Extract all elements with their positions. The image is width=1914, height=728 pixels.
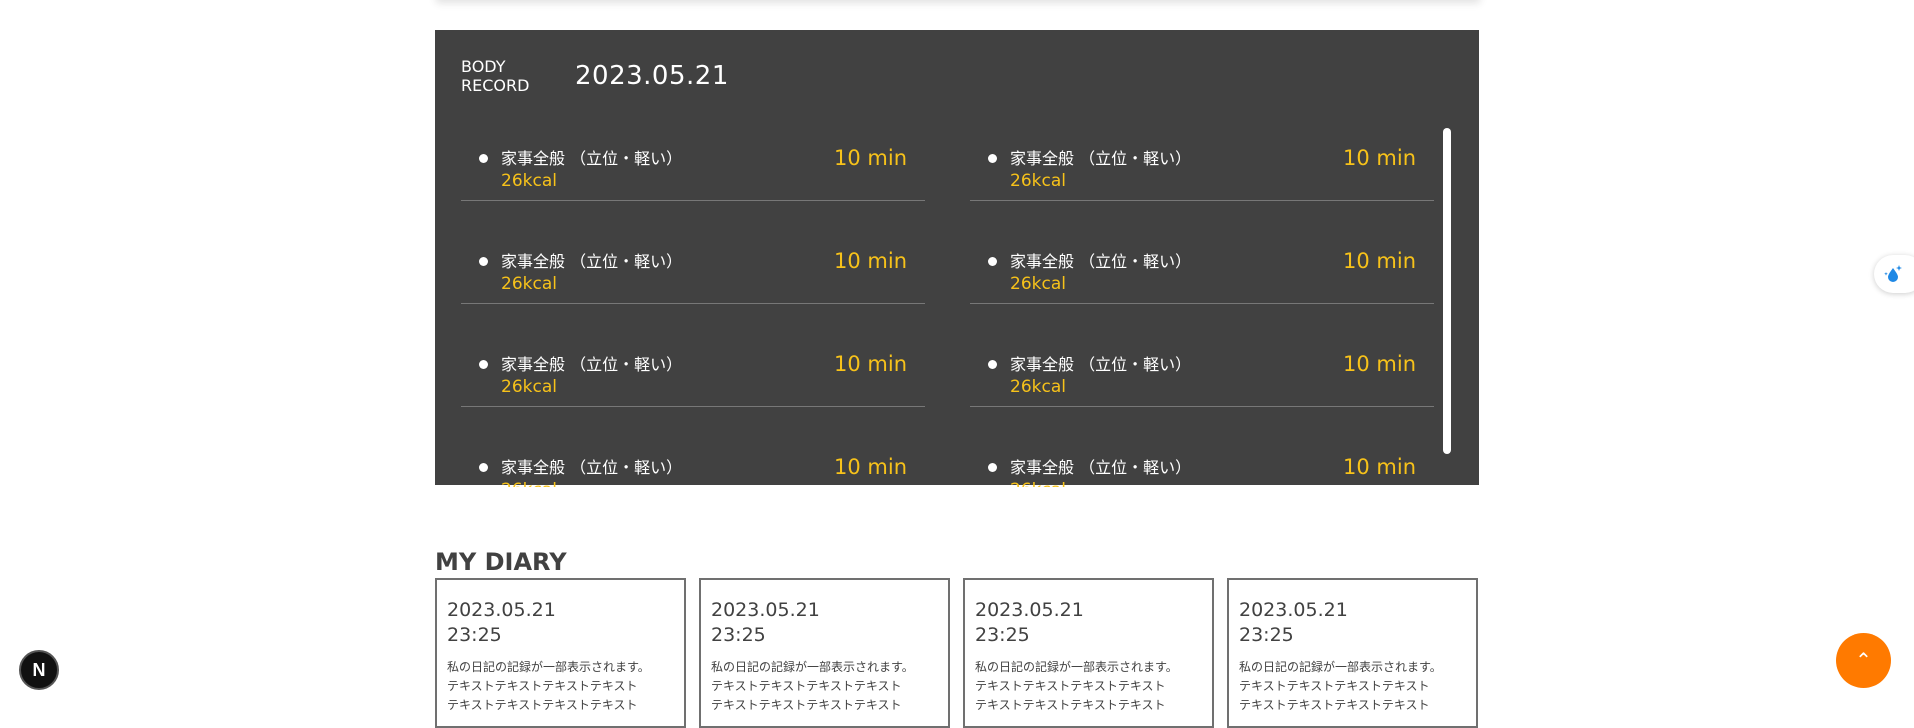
diary-text-line: テキストテキストテキストテキスト <box>1239 698 1430 712</box>
exercise-name: 家事全般 （立位・軽い） <box>1010 458 1192 477</box>
panel-date: 2023.05.21 <box>575 61 729 91</box>
list-scrollbar[interactable] <box>1443 98 1451 454</box>
exercise-kcal: 26kcal <box>1010 480 1066 487</box>
bullet-icon <box>988 154 997 163</box>
exercise-name: 家事全般 （立位・軽い） <box>501 458 683 477</box>
diary-time: 23:25 <box>1239 624 1294 646</box>
diary-text-line: テキストテキストテキストテキスト <box>711 679 902 693</box>
exercise-item: 家事全般 （立位・軽い） 26kcal 10 min <box>461 304 925 407</box>
exercise-kcal: 26kcal <box>501 377 557 397</box>
exercise-item: 家事全般 （立位・軽い） 26kcal 10 min <box>970 407 1434 487</box>
diary-text-line: テキストテキストテキストテキスト <box>447 679 638 693</box>
diary-time: 23:25 <box>711 624 766 646</box>
diary-text: 私の日記の記録が一部表示されます。 テキストテキストテキストテキスト テキストテ… <box>447 658 674 715</box>
diary-text-line: 私の日記の記録が一部表示されます。 <box>447 660 650 674</box>
diary-text-line: テキストテキストテキストテキスト <box>975 679 1166 693</box>
side-widget-button[interactable] <box>1874 255 1914 293</box>
exercise-item: 家事全般 （立位・軽い） 26kcal 10 min <box>461 98 925 201</box>
diary-text-line: テキストテキストテキストテキスト <box>711 698 902 712</box>
exercise-kcal: 26kcal <box>1010 274 1066 294</box>
diary-text-line: テキストテキストテキストテキスト <box>975 698 1166 712</box>
diary-card[interactable]: 2023.05.21 23:25 私の日記の記録が一部表示されます。 テキストテ… <box>1227 578 1478 728</box>
bullet-icon <box>479 463 488 472</box>
diary-text-line: 私の日記の記録が一部表示されます。 <box>975 660 1178 674</box>
diary-section-title: MY DIARY <box>435 548 567 576</box>
diary-grid: 2023.05.21 23:25 私の日記の記録が一部表示されます。 テキストテ… <box>435 578 1478 728</box>
chevron-up-icon: ⌃ <box>1855 650 1872 672</box>
bullet-icon <box>479 154 488 163</box>
scroll-top-button[interactable]: ⌃ <box>1836 633 1891 688</box>
panel-header: BODY RECORD 2023.05.21 <box>461 57 729 95</box>
nextjs-icon[interactable]: N <box>19 650 59 690</box>
exercise-item: 家事全般 （立位・軽い） 26kcal 10 min <box>461 407 925 487</box>
diary-text-line: テキストテキストテキストテキスト <box>447 698 638 712</box>
exercise-kcal: 26kcal <box>501 171 557 191</box>
exercise-duration: 10 min <box>834 249 907 273</box>
exercise-duration: 10 min <box>1343 352 1416 376</box>
diary-card[interactable]: 2023.05.21 23:25 私の日記の記録が一部表示されます。 テキストテ… <box>963 578 1214 728</box>
panel-label-line2: RECORD <box>461 76 530 95</box>
exercise-list[interactable]: 家事全般 （立位・軽い） 26kcal 10 min 家事全般 （立位・軽い） … <box>461 98 1437 487</box>
bullet-icon <box>988 463 997 472</box>
exercise-kcal: 26kcal <box>501 480 557 487</box>
exercise-duration: 10 min <box>834 352 907 376</box>
diary-date: 2023.05.21 <box>1239 599 1348 621</box>
diary-text: 私の日記の記録が一部表示されます。 テキストテキストテキストテキスト テキストテ… <box>1239 658 1466 715</box>
exercise-name: 家事全般 （立位・軽い） <box>1010 149 1192 168</box>
panel-label-line1: BODY <box>461 57 506 76</box>
diary-date: 2023.05.21 <box>711 599 820 621</box>
bullet-icon <box>479 257 488 266</box>
diary-date: 2023.05.21 <box>447 599 556 621</box>
exercise-item: 家事全般 （立位・軽い） 26kcal 10 min <box>970 201 1434 304</box>
exercise-name: 家事全般 （立位・軽い） <box>1010 355 1192 374</box>
exercise-duration: 10 min <box>1343 146 1416 170</box>
exercise-name: 家事全般 （立位・軽い） <box>501 252 683 271</box>
exercise-duration: 10 min <box>834 146 907 170</box>
exercise-item: 家事全般 （立位・軽い） 26kcal 10 min <box>461 201 925 304</box>
diary-card[interactable]: 2023.05.21 23:25 私の日記の記録が一部表示されます。 テキストテ… <box>699 578 950 728</box>
sparkle-drop-icon <box>1884 265 1902 282</box>
diary-text-line: 私の日記の記録が一部表示されます。 <box>1239 660 1442 674</box>
exercise-duration: 10 min <box>1343 249 1416 273</box>
exercise-kcal: 26kcal <box>501 274 557 294</box>
exercise-name: 家事全般 （立位・軽い） <box>501 149 683 168</box>
diary-text-line: テキストテキストテキストテキスト <box>1239 679 1430 693</box>
exercise-name: 家事全般 （立位・軽い） <box>1010 252 1192 271</box>
exercise-name: 家事全般 （立位・軽い） <box>501 355 683 374</box>
bullet-icon <box>479 360 488 369</box>
bullet-icon <box>988 360 997 369</box>
diary-text-line: 私の日記の記録が一部表示されます。 <box>711 660 914 674</box>
diary-card[interactable]: 2023.05.21 23:25 私の日記の記録が一部表示されます。 テキストテ… <box>435 578 686 728</box>
diary-time: 23:25 <box>975 624 1030 646</box>
list-scrollbar-thumb[interactable] <box>1443 128 1451 454</box>
exercise-duration: 10 min <box>1343 455 1416 479</box>
exercise-item: 家事全般 （立位・軽い） 26kcal 10 min <box>970 98 1434 201</box>
diary-date: 2023.05.21 <box>975 599 1084 621</box>
exercise-kcal: 26kcal <box>1010 377 1066 397</box>
diary-text: 私の日記の記録が一部表示されます。 テキストテキストテキストテキスト テキストテ… <box>711 658 938 715</box>
exercise-record-panel: BODY RECORD 2023.05.21 家事全般 （立位・軽い） 26kc… <box>435 30 1479 487</box>
panel-label: BODY RECORD <box>461 57 551 95</box>
exercise-kcal: 26kcal <box>1010 171 1066 191</box>
diary-text: 私の日記の記録が一部表示されます。 テキストテキストテキストテキスト テキストテ… <box>975 658 1202 715</box>
exercise-item: 家事全般 （立位・軽い） 26kcal 10 min <box>970 304 1434 407</box>
bullet-icon <box>988 257 997 266</box>
exercise-duration: 10 min <box>834 455 907 479</box>
diary-time: 23:25 <box>447 624 502 646</box>
